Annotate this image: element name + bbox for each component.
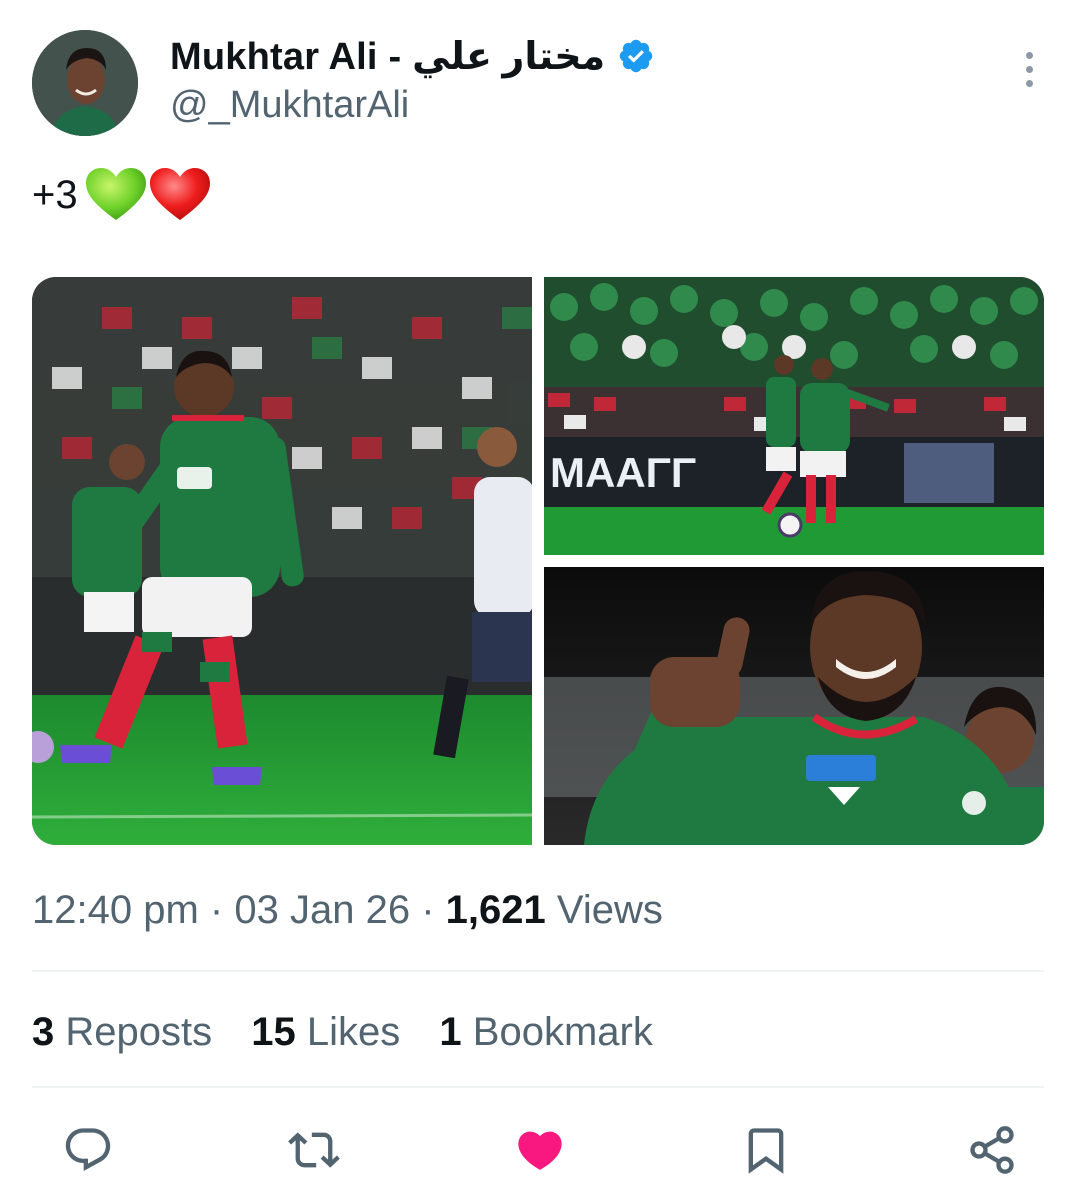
- reply-button[interactable]: [60, 1122, 116, 1178]
- divider: [32, 970, 1044, 972]
- bookmark-icon: [748, 1128, 784, 1174]
- more-options-icon[interactable]: [1022, 52, 1036, 96]
- like-button[interactable]: [512, 1122, 568, 1178]
- tweet-text: +3: [32, 166, 212, 224]
- avatar[interactable]: [32, 30, 138, 136]
- reposts-stat[interactable]: 3 Reposts: [32, 1010, 223, 1054]
- action-bar: [60, 1122, 1020, 1178]
- author-name-row[interactable]: Mukhtar Ali - مختار علي: [170, 30, 655, 82]
- verified-badge-icon: [617, 37, 655, 75]
- divider: [32, 1086, 1044, 1088]
- repost-button[interactable]: [286, 1122, 342, 1178]
- media-photo-1[interactable]: [32, 277, 532, 845]
- reposts-label: Reposts: [65, 1010, 213, 1054]
- tweet-time[interactable]: 12:40 pm: [32, 888, 199, 932]
- photo-player-dribbling: MAAΓΓ: [544, 277, 1044, 555]
- ad-board-text: MAAΓΓ: [550, 449, 696, 496]
- tweet-meta: 12:40 pm · 03 Jan 26 · 1,621 Views: [32, 888, 663, 933]
- photo-player-thumbs-up: [544, 567, 1044, 845]
- bookmarks-label: Bookmark: [472, 1010, 653, 1054]
- bookmarks-count: 1: [439, 1010, 462, 1054]
- media-photo-3[interactable]: [544, 567, 1044, 845]
- author-handle[interactable]: @_MukhtarAli: [170, 84, 409, 127]
- author-display-name[interactable]: Mukhtar Ali - مختار علي: [170, 34, 605, 79]
- reposts-count: 3: [32, 1010, 55, 1054]
- repost-icon: [288, 1132, 340, 1168]
- avatar-photo: [32, 30, 138, 136]
- share-button[interactable]: [964, 1122, 1020, 1178]
- photo-player-passing: [32, 277, 532, 845]
- green-heart-icon: [85, 168, 146, 220]
- tweet-text-content: +3: [32, 172, 78, 217]
- likes-stat[interactable]: 15 Likes: [251, 1010, 411, 1054]
- views-count: 1,621: [445, 888, 546, 932]
- reply-icon: [65, 1128, 111, 1172]
- media-photo-2[interactable]: MAAΓΓ: [544, 277, 1044, 555]
- views-label: Views: [556, 888, 663, 932]
- share-icon: [970, 1126, 1014, 1174]
- red-heart-icon: [149, 168, 210, 220]
- meta-separator: ·: [209, 888, 224, 932]
- media-grid[interactable]: MAAΓΓ: [32, 277, 1044, 845]
- meta-separator: ·: [421, 888, 435, 932]
- bookmark-button[interactable]: [738, 1122, 794, 1178]
- heart-icon: [518, 1131, 562, 1170]
- likes-count: 15: [251, 1010, 296, 1054]
- engagement-stats: 3 Reposts 15 Likes 1 Bookmark: [32, 1010, 681, 1055]
- tweet-date[interactable]: 03 Jan 26: [234, 888, 410, 932]
- likes-label: Likes: [306, 1010, 401, 1054]
- bookmarks-stat[interactable]: 1 Bookmark: [439, 1010, 652, 1054]
